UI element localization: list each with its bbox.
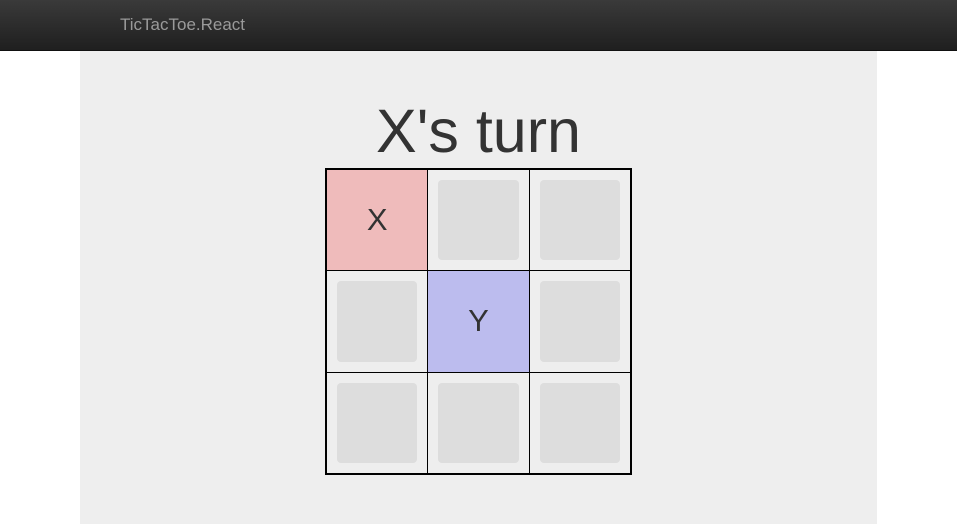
cell-mark: X: [366, 202, 388, 238]
cell-mark: [428, 373, 528, 473]
board-cell-2-2[interactable]: [529, 372, 630, 473]
board-cell-0-1[interactable]: [428, 170, 529, 271]
board-cell-1-0[interactable]: [327, 271, 428, 372]
board-cell-0-0[interactable]: X: [327, 170, 428, 271]
brand-link[interactable]: TicTacToe.React: [120, 15, 245, 35]
navbar: TicTacToe.React: [0, 0, 957, 51]
board-cell-1-1[interactable]: Y: [428, 271, 529, 372]
board-cell-2-1[interactable]: [428, 372, 529, 473]
cell-mark: [530, 271, 630, 371]
cell-mark: [327, 271, 427, 371]
board-cell-2-0[interactable]: [327, 372, 428, 473]
cell-mark: [327, 373, 427, 473]
board-cell-1-2[interactable]: [529, 271, 630, 372]
game-container: X's turn X Y: [80, 51, 877, 524]
cell-mark: [530, 170, 630, 270]
cell-mark: [428, 170, 528, 270]
cell-mark: Y: [468, 303, 489, 339]
game-board: X Y: [325, 168, 632, 475]
cell-mark: [530, 373, 630, 473]
board-cell-0-2[interactable]: [529, 170, 630, 271]
turn-status: X's turn: [376, 97, 581, 165]
